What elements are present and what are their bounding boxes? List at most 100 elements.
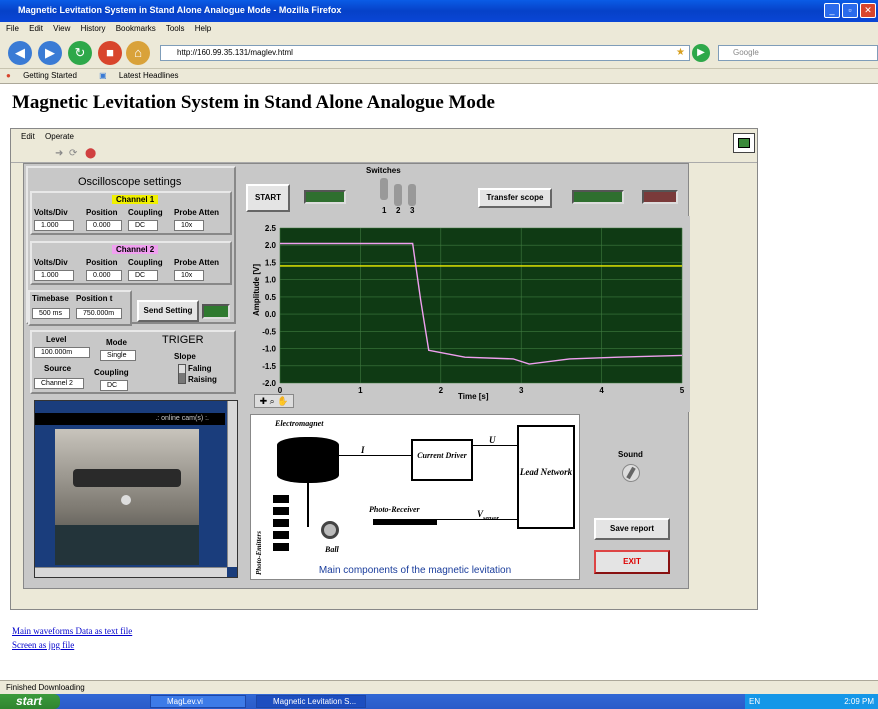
exit-button[interactable]: EXIT [594,550,670,574]
maximize-button[interactable]: ▫ [842,3,858,18]
ch1-volts-input[interactable]: 1.000 [34,220,74,231]
trigger-level-input[interactable]: 100.000m [34,347,90,358]
trigger-source-select[interactable]: Channel 2 [34,378,84,389]
vi-menu-edit[interactable]: Edit [21,132,35,141]
close-button[interactable]: ✕ [860,3,876,18]
bookmark-latest-headlines[interactable]: ▣ Latest Headlines [99,71,188,80]
x-axis-title: Time [s] [458,392,489,401]
timebase-select[interactable]: 500 ms [32,308,70,319]
slope-switch-knob [179,373,185,383]
home-icon[interactable]: ⌂ [126,41,150,65]
ch2-volts-input[interactable]: 1.000 [34,270,74,281]
y-tick-label: -2.0 [262,379,276,388]
save-report-button[interactable]: Save report [594,518,670,540]
ball-photo [121,495,131,505]
ch1-position-input[interactable]: 0.000 [86,220,122,231]
navigation-toolbar: ◀ ▶ ↻ ■ ⌂ http://160.99.35.131/maglev.ht… [0,37,878,69]
switches-label: Switches [366,166,401,175]
vi-toolbar: ➜ ⟳ ⬤ [11,145,757,163]
ch2-probe-select[interactable]: 10x [174,270,204,281]
run-continuous-icon[interactable]: ⟳ [69,148,77,159]
bookmarks-bar: ● Getting Started ▣ Latest Headlines [0,69,878,84]
bookmark-latest-headlines-label: Latest Headlines [118,71,179,80]
menu-tools[interactable]: Tools [166,24,185,33]
x-tick-label: 3 [519,386,524,395]
minimize-button[interactable]: _ [824,3,840,18]
trigger-coupling-select[interactable]: DC [100,380,128,391]
search-field[interactable]: Google [718,45,878,61]
trigger-level-label: Level [46,335,67,344]
trigger-mode-select[interactable]: Single [100,350,136,361]
transfer-led-green [572,190,624,204]
y-tick-label: 0.5 [265,293,277,302]
reload-icon[interactable]: ↻ [68,41,92,65]
ch1-probe-select[interactable]: 10x [174,220,204,231]
abort-icon[interactable]: ⬤ [85,148,96,159]
menu-view[interactable]: View [53,24,70,33]
x-tick-label: 5 [680,386,685,395]
ch1-coupling-select[interactable]: DC [128,220,158,231]
send-setting-button[interactable]: Send Setting [137,300,199,322]
plot-area [280,228,682,383]
screen-jpg-link[interactable]: Screen as jpg file [12,640,74,650]
y-tick-label: 2.5 [265,224,277,233]
graph-palette[interactable]: ✚ ⌕ ✋ [254,394,294,408]
menu-help[interactable]: Help [195,24,211,33]
ch2-coupling-select[interactable]: DC [128,270,158,281]
base-photo [55,525,199,565]
position-t-label: Position t [76,294,113,303]
vi-icon [733,133,755,153]
stop-icon[interactable]: ■ [98,41,122,65]
switch-3[interactable] [408,184,416,206]
vi-menu-operate[interactable]: Operate [45,132,74,141]
task-firefox[interactable]: Magnetic Levitation S... [256,695,366,708]
go-icon[interactable]: ▶ [692,44,710,62]
star-icon[interactable]: ★ [676,47,685,58]
switch-1-label: 1 [382,206,387,215]
x-tick-label: 2 [439,386,444,395]
menu-history[interactable]: History [81,24,106,33]
ch1-volts-label: Volts/Div [34,208,68,217]
labview-vi-frame: Edit Operate ➜ ⟳ ⬤ Oscilloscope settings… [10,128,758,610]
webcam-header: .: online cam(s) :. [35,413,225,425]
y-tick-label: 1.5 [265,258,277,267]
rss-icon: ▣ [99,71,107,80]
slope-switch[interactable] [178,364,186,384]
oscilloscope-settings-title: Oscilloscope settings [78,176,182,188]
trigger-source-label: Source [44,364,72,373]
ball-label: Ball [325,545,339,554]
switch-1[interactable] [380,178,388,200]
switch-2-label: 2 [396,206,401,215]
ch2-position-input[interactable]: 0.000 [86,270,122,281]
switch-3-label: 3 [410,206,415,215]
transfer-scope-button[interactable]: Transfer scope [478,188,552,208]
system-tray: EN 2:09 PM [745,694,878,709]
y-tick-label: -0.5 [262,327,276,336]
start-button[interactable]: START [246,184,290,212]
vi-menu-bar: Edit Operate [11,129,757,145]
forward-icon[interactable]: ▶ [38,41,62,65]
url-field[interactable]: http://160.99.35.131/maglev.html [160,45,690,61]
clock: 2:09 PM [844,697,874,706]
webcam-image [55,429,199,565]
back-icon[interactable]: ◀ [8,41,32,65]
webcam-horizontal-scrollbar[interactable] [35,567,227,577]
bookmark-getting-started[interactable]: ● Getting Started [6,71,87,80]
window-title: Magnetic Levitation System in Stand Alon… [18,5,342,15]
menu-file[interactable]: File [6,24,19,33]
language-indicator[interactable]: EN [749,697,760,706]
waveforms-data-link[interactable]: Main waveforms Data as text file [12,626,132,636]
menu-bookmarks[interactable]: Bookmarks [116,24,156,33]
webcam-vertical-scrollbar[interactable] [227,401,237,567]
sound-toggle[interactable] [622,464,640,482]
task-maglev-vi[interactable]: MagLev.vi [150,695,246,708]
ch1-probe-label: Probe Atten [174,208,220,217]
ch1-position-label: Position [86,208,118,217]
position-t-input[interactable]: 750.000m [76,308,122,319]
menu-edit[interactable]: Edit [29,24,43,33]
start-button-taskbar[interactable]: start [0,694,60,709]
task-maglev-vi-label: MagLev.vi [167,697,203,706]
run-arrow-icon[interactable]: ➜ [55,148,63,159]
components-diagram: Electromagnet I Current Driver U Lead Ne… [250,414,580,580]
switch-2[interactable] [394,184,402,206]
